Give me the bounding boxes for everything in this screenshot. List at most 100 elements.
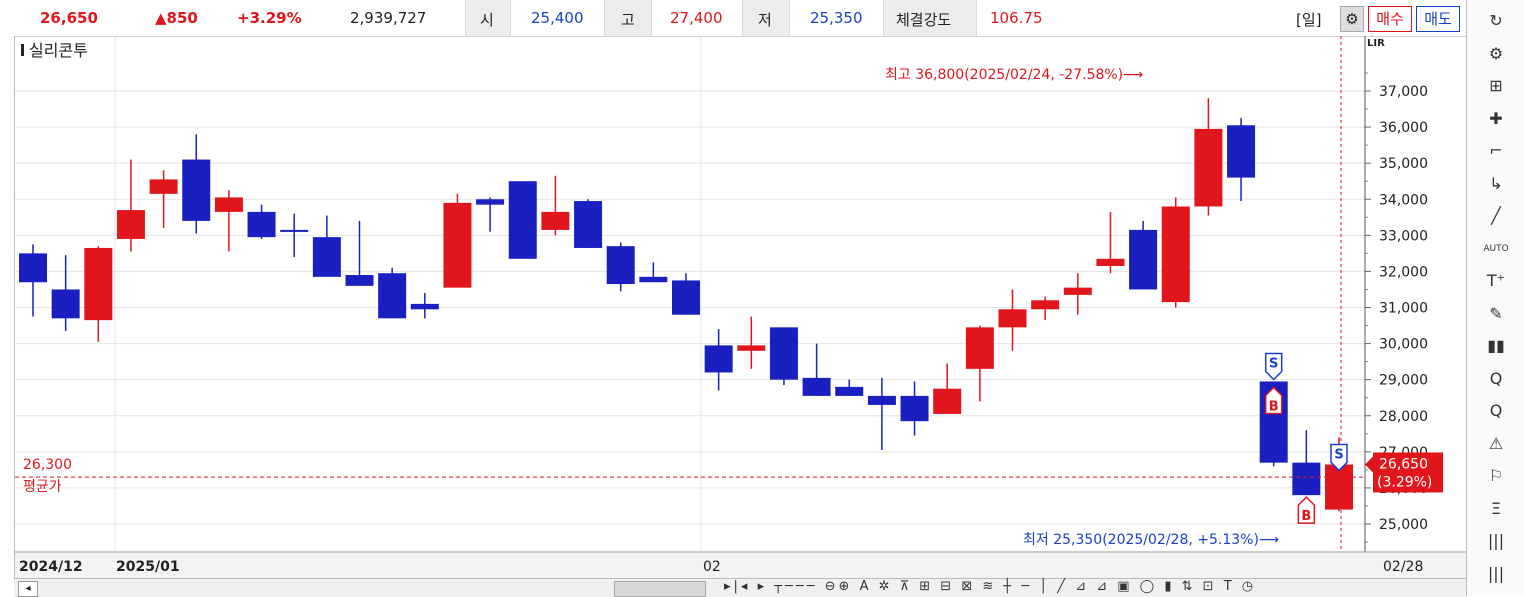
open-label: 시 <box>480 11 494 29</box>
candle-body <box>933 388 962 414</box>
current-price-tag-value: 26,650 <box>1379 456 1428 472</box>
open-label-cell: 시 <box>465 0 511 36</box>
chart-title: 실리콘투 <box>29 41 88 60</box>
low-annotation: 최저 25,350(2025/02/28, +5.13%)⟶ <box>1023 532 1279 548</box>
refresh-icon[interactable]: ↻ <box>1479 6 1513 36</box>
strength-value: 106.75 <box>990 9 1043 27</box>
y-tick-label: 31,000 <box>1379 301 1428 317</box>
low-label-cell: 저 <box>742 0 790 36</box>
candle-body <box>345 275 374 286</box>
current-price-tag-percent: (3.29%) <box>1377 474 1432 490</box>
candle-body <box>410 303 439 310</box>
left-edge-strip <box>0 36 15 596</box>
candlestick-chart[interactable]: 25,00026,00027,00028,00029,00030,00031,0… <box>15 36 1467 580</box>
strength-label-cell: 체결강도 <box>883 0 977 36</box>
candle-body <box>574 201 603 248</box>
high-annotation: 최고 36,800(2025/02/24, -27.58%)⟶ <box>885 67 1143 83</box>
sell-button[interactable]: 매도 <box>1416 6 1460 32</box>
candle-body <box>802 377 831 396</box>
auto-trend-icon[interactable]: AUTO <box>1479 234 1513 264</box>
candle-body <box>476 199 505 205</box>
candle-body <box>378 273 407 319</box>
vertical-lines-icon-2[interactable]: ||| <box>1479 559 1513 589</box>
period-selector[interactable]: [일] <box>1296 9 1322 30</box>
line-tool-icon[interactable]: ⌐ <box>1479 136 1513 166</box>
avg-price-value: 26,300 <box>23 457 72 473</box>
low-price: 25,350 <box>810 9 863 27</box>
zoom-out-icon[interactable]: Q <box>1479 396 1513 426</box>
scroll-left-button[interactable]: ◂ <box>18 581 38 597</box>
volume: 2,939,727 <box>350 9 427 27</box>
fibonacci-icon[interactable]: Ξ <box>1479 494 1513 524</box>
high-label: 고 <box>621 11 635 29</box>
candle-body <box>769 327 798 380</box>
y-tick-label: 35,000 <box>1379 156 1428 172</box>
strength-label: 체결강도 <box>896 11 952 29</box>
candle-body <box>998 309 1027 328</box>
candle-style-icon[interactable]: ▮▮ <box>1479 331 1513 361</box>
x-label-2025-01: 2025/01 <box>116 559 180 575</box>
candle-body <box>965 327 994 369</box>
arrow-tool-icon[interactable]: ↳ <box>1479 169 1513 199</box>
candle-body <box>1129 229 1158 290</box>
candle-body <box>1031 300 1060 310</box>
sell-signal-marker-2-letter: S <box>1334 447 1343 462</box>
axis-mode-indicator: LIR <box>1367 38 1385 49</box>
current-price: 26,650 <box>40 9 98 27</box>
candle-body <box>1194 128 1223 207</box>
price-change-percent: +3.29% <box>237 9 302 27</box>
chart-type-icon[interactable]: ⊞ <box>1479 71 1513 101</box>
candle-body <box>1227 125 1256 178</box>
title-marker <box>21 44 24 56</box>
crosshair-icon[interactable]: ✚ <box>1479 104 1513 134</box>
settings-gear-icon[interactable]: ⚙ <box>1340 6 1364 32</box>
text-tool-icon[interactable]: T⁺ <box>1479 266 1513 296</box>
candle-body <box>1063 287 1092 295</box>
candle-body <box>639 276 668 283</box>
trendline-icon[interactable]: ╱ <box>1479 201 1513 231</box>
flag-icon[interactable]: ⚐ <box>1479 461 1513 491</box>
x-label-02-28: 02/28 <box>1383 559 1423 575</box>
y-tick-label: 37,000 <box>1379 84 1428 100</box>
price-change: ▲850 <box>155 9 198 27</box>
zoom-in-icon[interactable]: Q <box>1479 364 1513 394</box>
chart-area[interactable]: 25,00026,00027,00028,00029,00030,00031,0… <box>14 36 1467 580</box>
scroll-thumb[interactable] <box>614 581 706 597</box>
settings-icon[interactable]: ⚙ <box>1479 39 1513 69</box>
vertical-lines-icon[interactable]: ||| <box>1479 526 1513 556</box>
high-price: 27,400 <box>670 9 723 27</box>
y-tick-label: 29,000 <box>1379 373 1428 389</box>
candle-body <box>312 237 341 277</box>
candle-body <box>247 211 276 238</box>
candle-body <box>280 229 309 232</box>
x-label-2024-12: 2024/12 <box>19 559 83 575</box>
candle-body <box>606 246 635 285</box>
open-price: 25,400 <box>531 9 584 27</box>
y-tick-label: 33,000 <box>1379 228 1428 244</box>
y-tick-label: 30,000 <box>1379 337 1428 353</box>
y-tick-label: 32,000 <box>1379 264 1428 280</box>
low-label: 저 <box>758 11 772 29</box>
right-drawing-toolbar: ↻ ⚙ ⊞ ✚ ⌐ ↳ ╱ AUTO T⁺ ✎ ▮▮ Q Q ⚠ ⚐ Ξ ||| ||| <box>1466 0 1524 596</box>
alert-icon[interactable]: ⚠ <box>1479 429 1513 459</box>
candle-body <box>1096 258 1125 267</box>
candle-body <box>1292 462 1321 496</box>
x-label-02: 02 <box>703 559 721 575</box>
x-axis-band <box>15 553 1467 579</box>
sell-signal-marker: S <box>1264 352 1283 381</box>
candle-body <box>541 211 570 230</box>
avg-price-label: 평균가 <box>23 479 62 495</box>
candle-body <box>867 395 896 405</box>
candle-body <box>672 280 700 315</box>
candle-body <box>116 210 145 239</box>
quote-header: 26,650 ▲850 +3.29% 2,939,727 시 25,400 고 … <box>0 0 1466 37</box>
chart-bottom-toolbar: ◂ ▸|◂ ▸ ┬─── ⊖⊕ A ✲ ⊼ ⊞ ⊟ ⊠ ≋ ┼ ─ │ ╱ ⊿ … <box>14 578 1466 597</box>
bottom-tool-icons[interactable]: ▸|◂ ▸ ┬─── ⊖⊕ A ✲ ⊼ ⊞ ⊟ ⊠ ≋ ┼ ─ │ ╱ ⊿ ⊿ … <box>724 579 1256 594</box>
y-tick-label: 25,000 <box>1379 517 1428 533</box>
candle-body <box>443 202 472 288</box>
candle-body <box>149 179 178 194</box>
buy-button[interactable]: 매수 <box>1368 6 1412 32</box>
erase-icon[interactable]: ✎ <box>1479 299 1513 329</box>
buy-signal-marker-2-letter: B <box>1301 509 1311 524</box>
candle-body <box>900 395 929 422</box>
